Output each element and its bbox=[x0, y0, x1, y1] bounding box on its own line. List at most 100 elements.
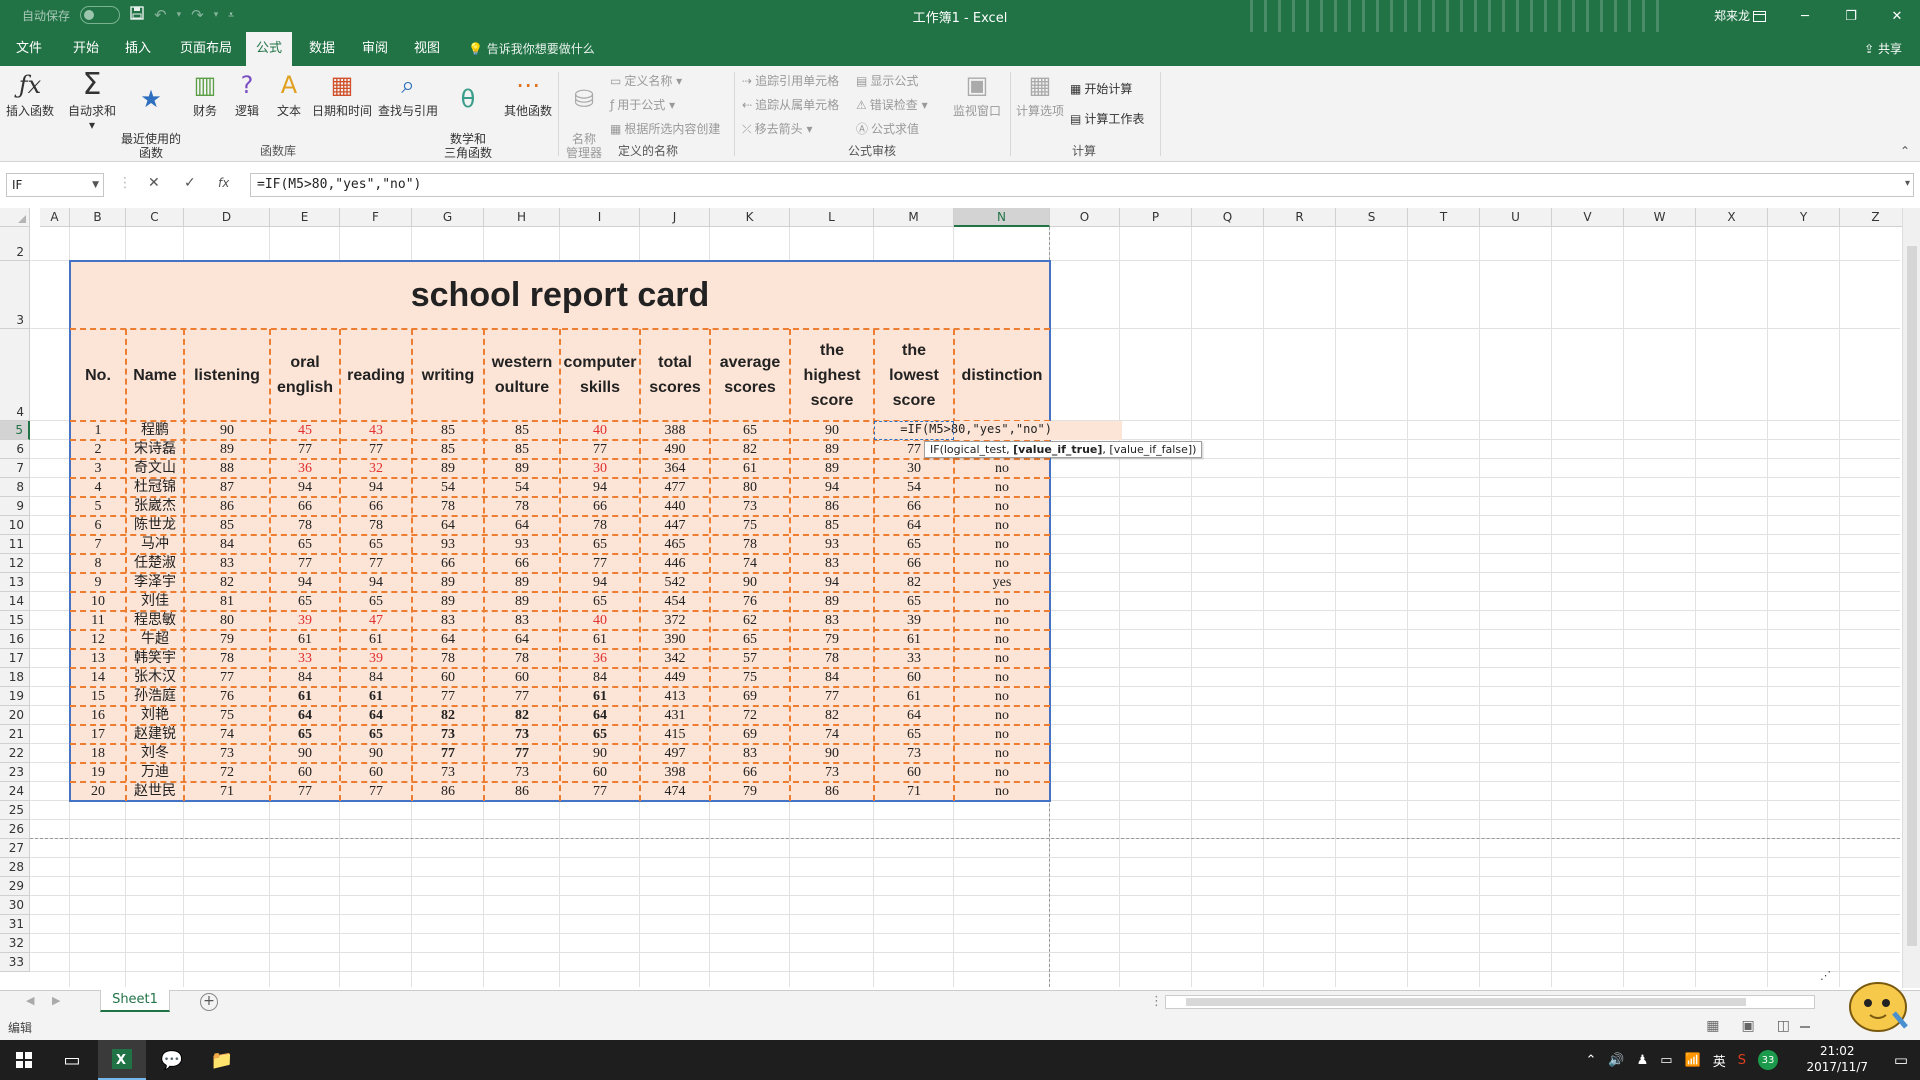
table-cell[interactable]: 82 bbox=[484, 706, 560, 725]
table-cell[interactable]: 69 bbox=[710, 687, 790, 706]
cancel-icon[interactable]: ✕ bbox=[148, 175, 160, 191]
table-cell[interactable]: 413 bbox=[640, 687, 710, 706]
vertical-scroll-thumb[interactable] bbox=[1907, 246, 1917, 946]
table-header-cell[interactable]: oral english bbox=[270, 329, 340, 421]
table-header-cell[interactable]: Name bbox=[126, 329, 184, 421]
table-cell[interactable]: 77 bbox=[184, 668, 270, 687]
table-cell[interactable]: 89 bbox=[790, 440, 874, 459]
table-cell[interactable]: 82 bbox=[412, 706, 484, 725]
table-cell[interactable]: 398 bbox=[640, 763, 710, 782]
table-cell[interactable]: 431 bbox=[640, 706, 710, 725]
table-cell[interactable]: 497 bbox=[640, 744, 710, 763]
row-header[interactable]: 30 bbox=[0, 896, 30, 915]
table-cell[interactable]: 88 bbox=[184, 459, 270, 478]
table-cell[interactable]: 77 bbox=[340, 782, 412, 801]
table-cell[interactable]: 73 bbox=[184, 744, 270, 763]
table-cell[interactable]: 89 bbox=[412, 592, 484, 611]
table-cell[interactable]: 85 bbox=[484, 440, 560, 459]
tab-home[interactable]: 开始 bbox=[64, 32, 108, 66]
table-cell[interactable]: 89 bbox=[484, 573, 560, 592]
table-cell[interactable]: 6 bbox=[70, 516, 126, 535]
table-cell[interactable]: 69 bbox=[710, 725, 790, 744]
table-cell[interactable]: 66 bbox=[484, 554, 560, 573]
table-cell[interactable]: 342 bbox=[640, 649, 710, 668]
table-cell[interactable]: 90 bbox=[790, 744, 874, 763]
name-manager-button[interactable]: ⛁ 名称 管理器 bbox=[562, 70, 606, 160]
column-header[interactable]: H bbox=[484, 208, 560, 227]
table-cell[interactable]: 83 bbox=[790, 611, 874, 630]
calc-options-button[interactable]: ▦ 计算选项 bbox=[1014, 70, 1066, 118]
table-cell[interactable]: no bbox=[954, 668, 1050, 687]
table-cell[interactable]: 73 bbox=[412, 725, 484, 744]
battery-icon[interactable]: ▭ bbox=[1660, 1053, 1672, 1068]
table-cell[interactable]: 78 bbox=[184, 649, 270, 668]
column-header[interactable]: A bbox=[40, 208, 70, 227]
table-cell[interactable]: 449 bbox=[640, 668, 710, 687]
ime-indicator[interactable]: 英 bbox=[1713, 1051, 1726, 1070]
table-cell[interactable]: 89 bbox=[184, 440, 270, 459]
table-cell[interactable]: 杜冠锦 bbox=[126, 478, 184, 497]
table-header-cell[interactable]: average scores bbox=[710, 329, 790, 421]
row-header[interactable]: 11 bbox=[0, 535, 30, 554]
table-cell[interactable]: 390 bbox=[640, 630, 710, 649]
table-cell[interactable]: 82 bbox=[790, 706, 874, 725]
column-header[interactable]: D bbox=[184, 208, 270, 227]
trace-precedents-button[interactable]: ⇢ 追踪引用单元格 bbox=[742, 72, 839, 89]
table-cell[interactable]: 赵世民 bbox=[126, 782, 184, 801]
table-cell[interactable]: 77 bbox=[340, 440, 412, 459]
table-cell[interactable]: 81 bbox=[184, 592, 270, 611]
table-cell[interactable]: no bbox=[954, 592, 1050, 611]
table-cell[interactable]: 78 bbox=[484, 649, 560, 668]
table-cell[interactable]: 65 bbox=[560, 592, 640, 611]
table-cell[interactable]: 85 bbox=[790, 516, 874, 535]
row-header[interactable]: 4 bbox=[0, 329, 30, 421]
table-cell[interactable]: 474 bbox=[640, 782, 710, 801]
table-cell[interactable]: 78 bbox=[484, 497, 560, 516]
table-cell[interactable]: 76 bbox=[184, 687, 270, 706]
table-cell[interactable]: 19 bbox=[70, 763, 126, 782]
function-tooltip[interactable]: IF(logical_test, [value_if_true], [value… bbox=[924, 441, 1203, 458]
table-cell[interactable]: 447 bbox=[640, 516, 710, 535]
task-view-icon[interactable]: ▭ bbox=[48, 1040, 96, 1080]
table-cell[interactable]: no bbox=[954, 649, 1050, 668]
wifi-icon[interactable]: 📶 bbox=[1685, 1053, 1701, 1068]
share-button[interactable]: ⇪ 共享 bbox=[1864, 32, 1902, 66]
table-cell[interactable]: 11 bbox=[70, 611, 126, 630]
table-cell[interactable]: 45 bbox=[270, 421, 340, 440]
table-cell[interactable]: 3 bbox=[70, 459, 126, 478]
table-cell[interactable]: 36 bbox=[560, 649, 640, 668]
table-cell[interactable]: no bbox=[954, 725, 1050, 744]
table-cell[interactable]: 张崴杰 bbox=[126, 497, 184, 516]
date-time-button[interactable]: ▦ 日期和时间 bbox=[310, 70, 374, 118]
calc-now-button[interactable]: ▦ 开始计算 bbox=[1070, 80, 1132, 97]
trace-dependents-button[interactable]: ⇠ 追踪从属单元格 bbox=[742, 96, 839, 113]
table-cell[interactable]: 20 bbox=[70, 782, 126, 801]
table-cell[interactable]: yes bbox=[954, 573, 1050, 592]
zoom-out-icon[interactable] bbox=[1800, 1026, 1810, 1028]
table-cell[interactable]: 程思敏 bbox=[126, 611, 184, 630]
table-cell[interactable]: 64 bbox=[560, 706, 640, 725]
table-cell[interactable]: 60 bbox=[340, 763, 412, 782]
table-cell[interactable]: 90 bbox=[710, 573, 790, 592]
table-cell[interactable]: 65 bbox=[874, 535, 954, 554]
row-header[interactable]: 8 bbox=[0, 478, 30, 497]
table-header-cell[interactable]: No. bbox=[70, 329, 126, 421]
table-cell[interactable]: 30 bbox=[560, 459, 640, 478]
close-button[interactable]: ✕ bbox=[1874, 0, 1920, 32]
more-functions-button[interactable]: ⋯ 其他函数 bbox=[500, 70, 556, 118]
table-cell[interactable]: 78 bbox=[270, 516, 340, 535]
table-header-cell[interactable]: distinction bbox=[954, 329, 1050, 421]
table-cell[interactable]: 75 bbox=[710, 668, 790, 687]
logical-button[interactable]: ? 逻辑 bbox=[232, 70, 262, 118]
table-cell[interactable]: 马冲 bbox=[126, 535, 184, 554]
table-cell[interactable]: 75 bbox=[184, 706, 270, 725]
column-header[interactable]: L bbox=[790, 208, 874, 227]
column-header[interactable]: K bbox=[710, 208, 790, 227]
file-explorer-icon[interactable]: 📁 bbox=[198, 1040, 246, 1080]
notification-icon[interactable]: ▭ bbox=[1894, 1051, 1908, 1069]
table-cell[interactable]: 65 bbox=[270, 592, 340, 611]
horizontal-scroll-thumb[interactable] bbox=[1186, 998, 1746, 1006]
table-cell[interactable]: 77 bbox=[484, 744, 560, 763]
tray-expand-icon[interactable]: ⌃ bbox=[1585, 1053, 1596, 1068]
tray-app-icon[interactable]: ♟ bbox=[1637, 1053, 1649, 1068]
